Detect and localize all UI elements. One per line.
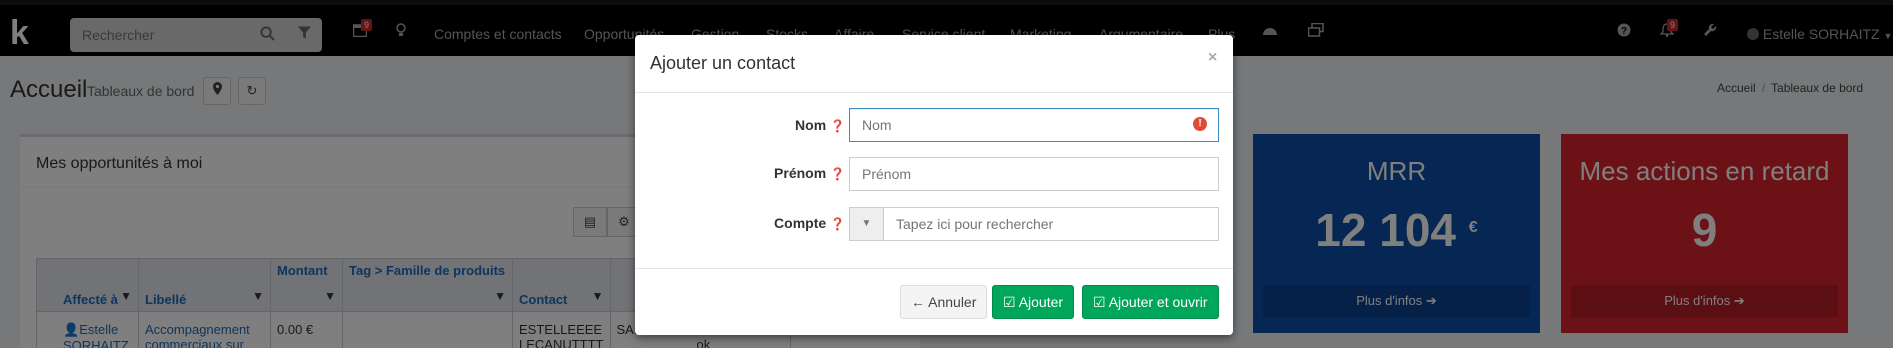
- close-icon[interactable]: ×: [1208, 49, 1217, 67]
- nom-label: Nom ❓: [795, 117, 845, 133]
- check-square-icon: ☑: [1003, 294, 1016, 310]
- cancel-button[interactable]: ← Annuler: [900, 285, 988, 319]
- arrow-left-icon: ←: [911, 294, 925, 310]
- modal-header: Ajouter un contact ×: [635, 35, 1233, 93]
- add-and-open-button[interactable]: ☑ Ajouter et ouvrir: [1082, 285, 1219, 319]
- prenom-field[interactable]: [849, 157, 1219, 191]
- question-circle-icon: ❓: [830, 119, 845, 133]
- question-circle-icon: ❓: [830, 217, 845, 231]
- add-contact-modal: Ajouter un contact × Nom ❓ ! Prénom ❓ Co…: [635, 35, 1233, 335]
- compte-label: Compte ❓: [774, 215, 845, 231]
- exclamation-circle-icon: !: [1193, 117, 1207, 131]
- question-circle-icon: ❓: [830, 167, 845, 181]
- modal-title: Ajouter un contact: [650, 53, 796, 73]
- compte-search-input[interactable]: [884, 208, 1218, 240]
- caret-down-icon[interactable]: ▼: [850, 208, 884, 240]
- check-square-icon: ☑: [1093, 294, 1106, 310]
- nom-field[interactable]: [849, 108, 1219, 142]
- add-button[interactable]: ☑ Ajouter: [992, 285, 1075, 319]
- prenom-label: Prénom ❓: [774, 165, 845, 181]
- compte-combobox: ▼: [849, 207, 1219, 241]
